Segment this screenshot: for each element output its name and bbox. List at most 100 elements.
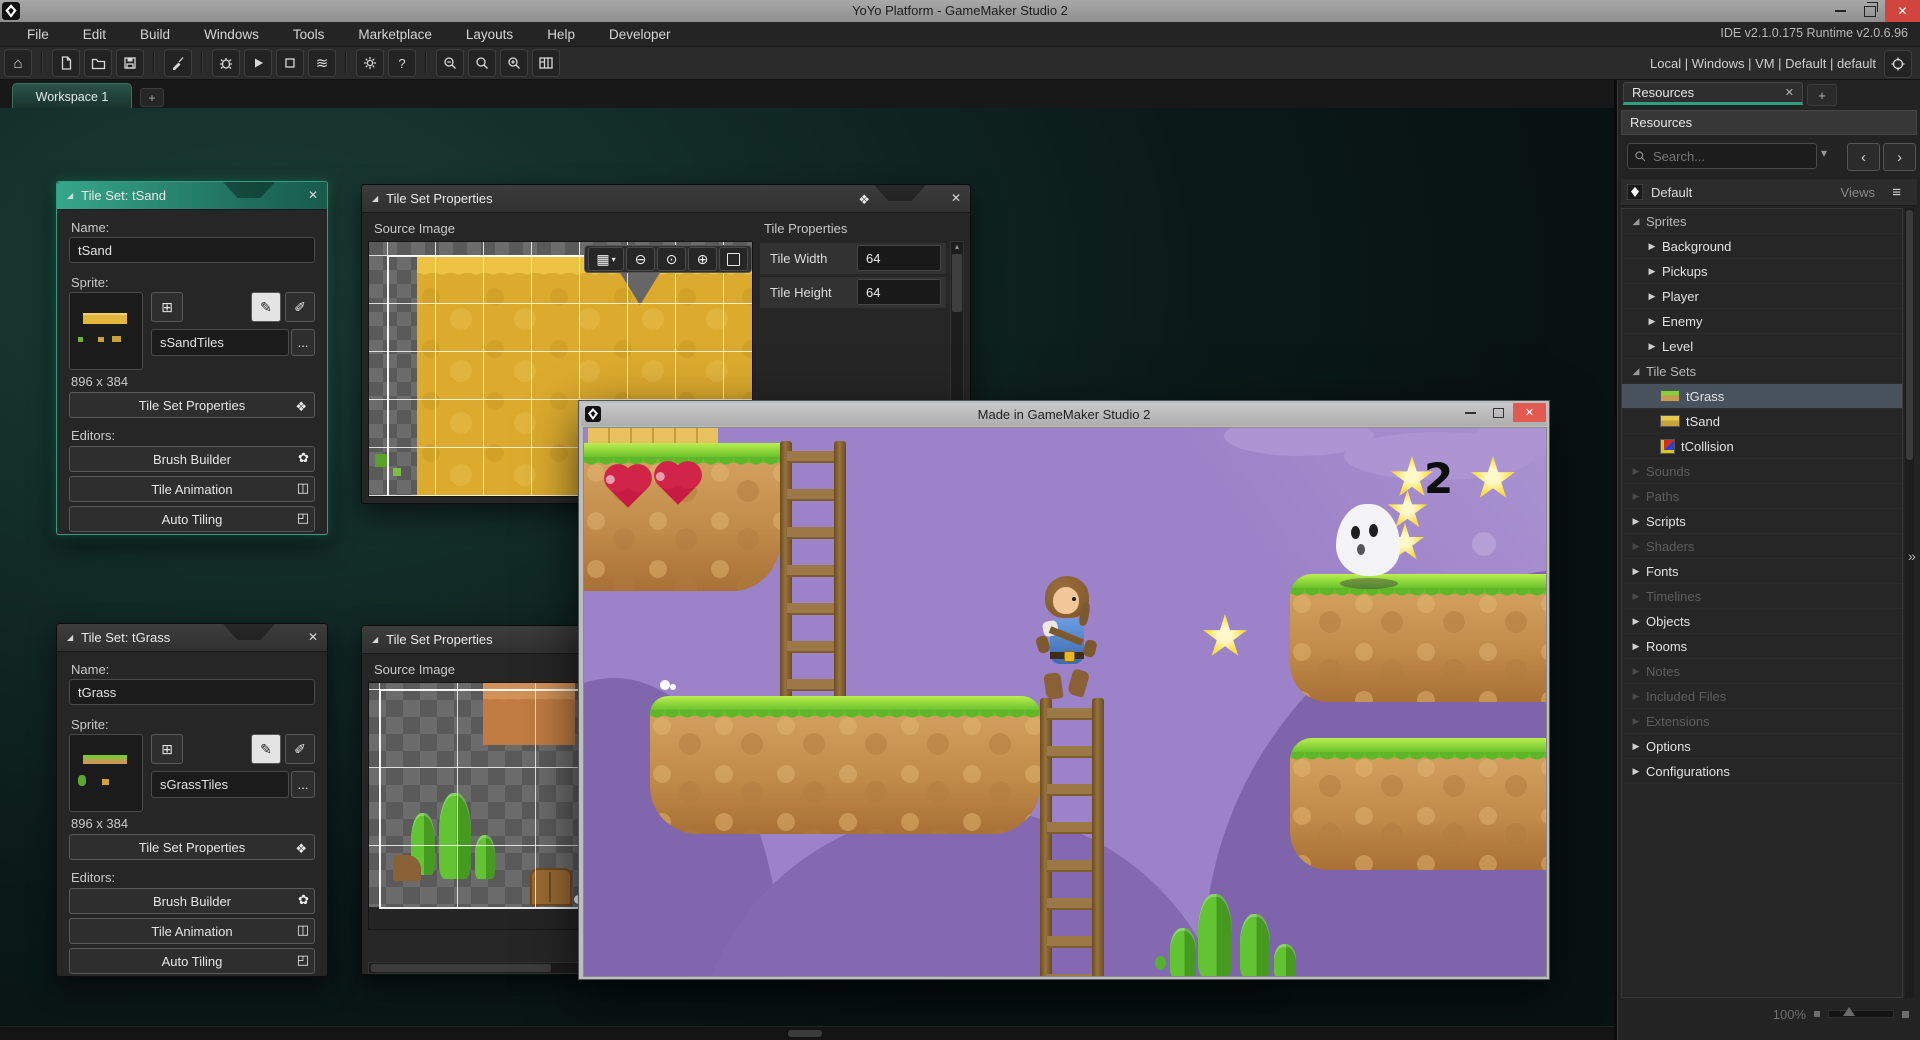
tree-arrow-icon[interactable]: ▶	[1628, 541, 1644, 552]
zoom-reset-button[interactable]	[468, 49, 496, 77]
menu-item[interactable]: Help	[530, 27, 592, 42]
editor-button[interactable]: Brush Builder	[69, 446, 315, 472]
new-workspace-button[interactable]: +	[140, 88, 164, 107]
image-fit-button[interactable]	[719, 247, 748, 271]
horizontal-scrollbar[interactable]	[788, 1030, 822, 1037]
tree-item[interactable]: ▶ Objects	[1622, 609, 1902, 634]
tree-arrow-icon[interactable]: ▶	[1628, 766, 1644, 777]
resource-profile-row[interactable]: Default Views ≡	[1621, 179, 1917, 206]
window-close-button[interactable]: ✕	[1885, 0, 1920, 22]
layout-button[interactable]	[532, 49, 560, 77]
new-project-button[interactable]	[52, 49, 80, 77]
workspace-tab[interactable]: Workspace 1	[12, 83, 132, 109]
tree-item[interactable]: ◢ Sprites	[1622, 209, 1902, 234]
tree-arrow-icon[interactable]: ▶	[1628, 491, 1644, 502]
run-button[interactable]	[244, 49, 272, 77]
tree-item[interactable]: ▶ Player	[1622, 284, 1902, 309]
tree-arrow-icon[interactable]: ▶	[1644, 316, 1660, 327]
zoom-out-tick[interactable]	[1814, 1011, 1820, 1017]
tree-arrow-icon[interactable]: ▶	[1628, 641, 1644, 652]
tree-item[interactable]: ▶ Configurations	[1622, 759, 1902, 784]
tsand-name-input[interactable]	[69, 237, 315, 263]
dock-expander[interactable]: »	[1908, 548, 1916, 564]
settings-button[interactable]	[356, 49, 384, 77]
tree-arrow-icon[interactable]: ▶	[1628, 591, 1644, 602]
tgrass-sprite-browse-button[interactable]: ...	[291, 771, 315, 798]
tree-arrow-icon[interactable]: ▶	[1628, 516, 1644, 527]
tree-item[interactable]: ▶ Level	[1622, 334, 1902, 359]
open-project-button[interactable]	[84, 49, 112, 77]
target-picker-button[interactable]	[1884, 49, 1912, 78]
zoom-in-button[interactable]	[500, 49, 528, 77]
tree-item[interactable]: ▶ Extensions	[1622, 709, 1902, 734]
menu-item[interactable]: Developer	[592, 27, 688, 42]
home-button[interactable]: ⌂	[4, 49, 32, 77]
editor-button[interactable]: Tile Animation	[69, 918, 315, 944]
tab-close-icon[interactable]: ✕	[1785, 86, 1794, 99]
collapse-icon[interactable]: ◢	[67, 633, 73, 642]
tsand-sprite-thumbnail[interactable]	[69, 292, 143, 370]
tree-arrow-icon[interactable]: ▶	[1644, 266, 1660, 277]
game-maximize-button[interactable]	[1485, 403, 1511, 422]
scrollbar-thumb[interactable]	[952, 254, 962, 312]
tsand-edit-image-button[interactable]: ✐	[285, 292, 315, 322]
editor-button[interactable]: Brush Builder	[69, 888, 315, 914]
game-window-titlebar[interactable]: Made in GameMaker Studio 2	[581, 403, 1547, 426]
resources-tab[interactable]: Resources ✕	[1623, 82, 1803, 105]
tile-height-input[interactable]: 64	[857, 279, 941, 305]
scrollbar-thumb[interactable]	[1906, 210, 1913, 460]
tgrass-sprite-name-input[interactable]	[151, 771, 289, 798]
search-next-button[interactable]: ›	[1883, 143, 1916, 171]
tgrass-edit-image-button[interactable]: ✐	[285, 734, 315, 764]
search-prev-button[interactable]: ‹	[1847, 143, 1880, 171]
zoom-slider[interactable]	[1828, 1007, 1894, 1018]
game-close-button[interactable]: ✕	[1513, 403, 1546, 422]
tile-width-input[interactable]: 64	[857, 245, 941, 271]
grid-toggle-button[interactable]: ▦ ▾	[588, 247, 624, 271]
window-minimize-button[interactable]	[1825, 0, 1855, 22]
search-input[interactable]	[1651, 147, 1795, 165]
image-zoom-out-button[interactable]: ⊖	[626, 247, 655, 271]
image-zoom-in-button[interactable]: ⊕	[688, 247, 717, 271]
tree-item[interactable]: ▶ Included Files	[1622, 684, 1902, 709]
tree-arrow-icon[interactable]: ◢	[1628, 216, 1644, 227]
editor-button[interactable]: Auto Tiling	[69, 948, 315, 974]
search-filter-chevron-icon[interactable]: ▾	[1821, 146, 1827, 160]
stop-button[interactable]	[276, 49, 304, 77]
tsand-edit-sprite-button[interactable]: ✎	[251, 292, 281, 322]
menu-item[interactable]: Build	[123, 27, 187, 42]
tree-item[interactable]: ▶ Pickups	[1622, 259, 1902, 284]
menu-item[interactable]: Marketplace	[341, 27, 449, 42]
zoom-in-tick[interactable]	[1902, 1010, 1909, 1018]
menu-item[interactable]: Windows	[187, 27, 276, 42]
tree-item[interactable]: ▶ Scripts	[1622, 509, 1902, 534]
debug-button[interactable]	[212, 49, 240, 77]
props-top-close-button[interactable]: ✕	[951, 191, 961, 205]
workspace-canvas[interactable]: ◢ Tile Set: tSand ✕ Name: Sprite: ⊞ ✎ ✐ …	[0, 108, 1617, 1040]
menu-item[interactable]: Edit	[66, 27, 123, 42]
tsand-sprite-browse-button[interactable]: ...	[291, 329, 315, 356]
turbo-button[interactable]: ≋	[308, 49, 336, 77]
collapse-icon[interactable]: ◢	[372, 635, 378, 644]
tree-item[interactable]: ▶ Options	[1622, 734, 1902, 759]
game-minimize-button[interactable]	[1457, 403, 1483, 422]
tgrass-tileset-properties-button[interactable]: Tile Set Properties ❖	[69, 834, 315, 860]
tgrass-sprite-thumbnail[interactable]	[69, 734, 143, 812]
collapse-icon[interactable]: ◢	[372, 194, 378, 203]
tgrass-panel-header[interactable]: ◢ Tile Set: tGrass ✕	[57, 624, 327, 652]
tree-arrow-icon[interactable]: ▶	[1628, 466, 1644, 477]
window-maximize-button[interactable]	[1855, 0, 1885, 22]
tgrass-name-input[interactable]	[69, 679, 315, 705]
tsand-panel-header[interactable]: ◢ Tile Set: tSand ✕	[57, 182, 327, 210]
tree-arrow-icon[interactable]: ▶	[1644, 291, 1660, 302]
tsand-tileset-properties-button[interactable]: Tile Set Properties ❖	[69, 392, 315, 418]
tree-item[interactable]: ▶ Timelines	[1622, 584, 1902, 609]
tree-item[interactable]: ▶ Sounds	[1622, 459, 1902, 484]
image-zoom-reset-button[interactable]: ⊙	[657, 247, 686, 271]
menu-item[interactable]: Layouts	[449, 27, 530, 42]
tree-arrow-icon[interactable]: ▶	[1644, 341, 1660, 352]
editor-button[interactable]: Auto Tiling	[69, 506, 315, 532]
tree-arrow-icon[interactable]: ▶	[1628, 666, 1644, 677]
tree-arrow-icon[interactable]: ▶	[1628, 741, 1644, 752]
new-sidebar-tab-button[interactable]: +	[1807, 84, 1837, 106]
